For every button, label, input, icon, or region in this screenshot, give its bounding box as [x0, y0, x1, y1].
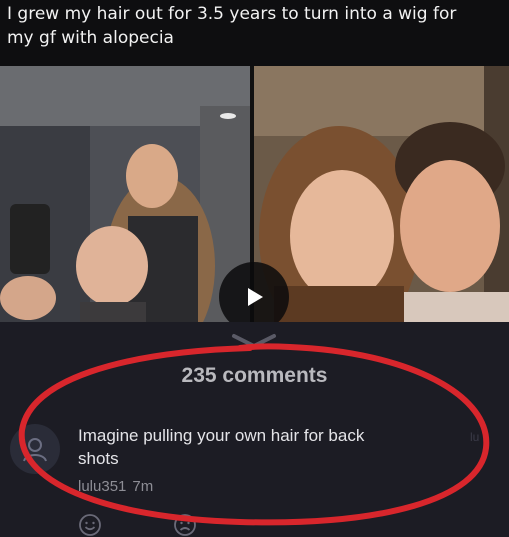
post-caption: I grew my hair out for 3.5 years to turn… — [0, 0, 509, 66]
comment-author[interactable]: lulu351 — [78, 478, 126, 495]
comment-count: 235 comments — [181, 364, 328, 387]
mirror-selfie-photo — [0, 66, 250, 322]
avatar[interactable] — [10, 424, 60, 474]
comment-body: Imagine pulling your own hair for back s… — [78, 424, 438, 470]
comment-meta: lulu351 7m — [78, 478, 153, 495]
next-comment-peek: lu — [470, 430, 480, 444]
comment-time: 7m — [132, 478, 154, 495]
couple-selfie-photo — [254, 66, 509, 322]
caption-line-2: my gf with alopecia — [7, 28, 174, 48]
smile-icon[interactable] — [78, 513, 102, 537]
caption-line-1: I grew my hair out for 3.5 years to turn… — [7, 4, 457, 24]
user-icon — [23, 438, 47, 462]
comment-line-2: shots — [78, 449, 119, 468]
chevron-down-icon[interactable] — [230, 333, 278, 349]
comment-line-1: Imagine pulling your own hair for back — [78, 426, 365, 445]
play-icon — [248, 288, 263, 306]
video-player[interactable] — [0, 66, 509, 322]
frown-icon[interactable] — [173, 513, 197, 537]
